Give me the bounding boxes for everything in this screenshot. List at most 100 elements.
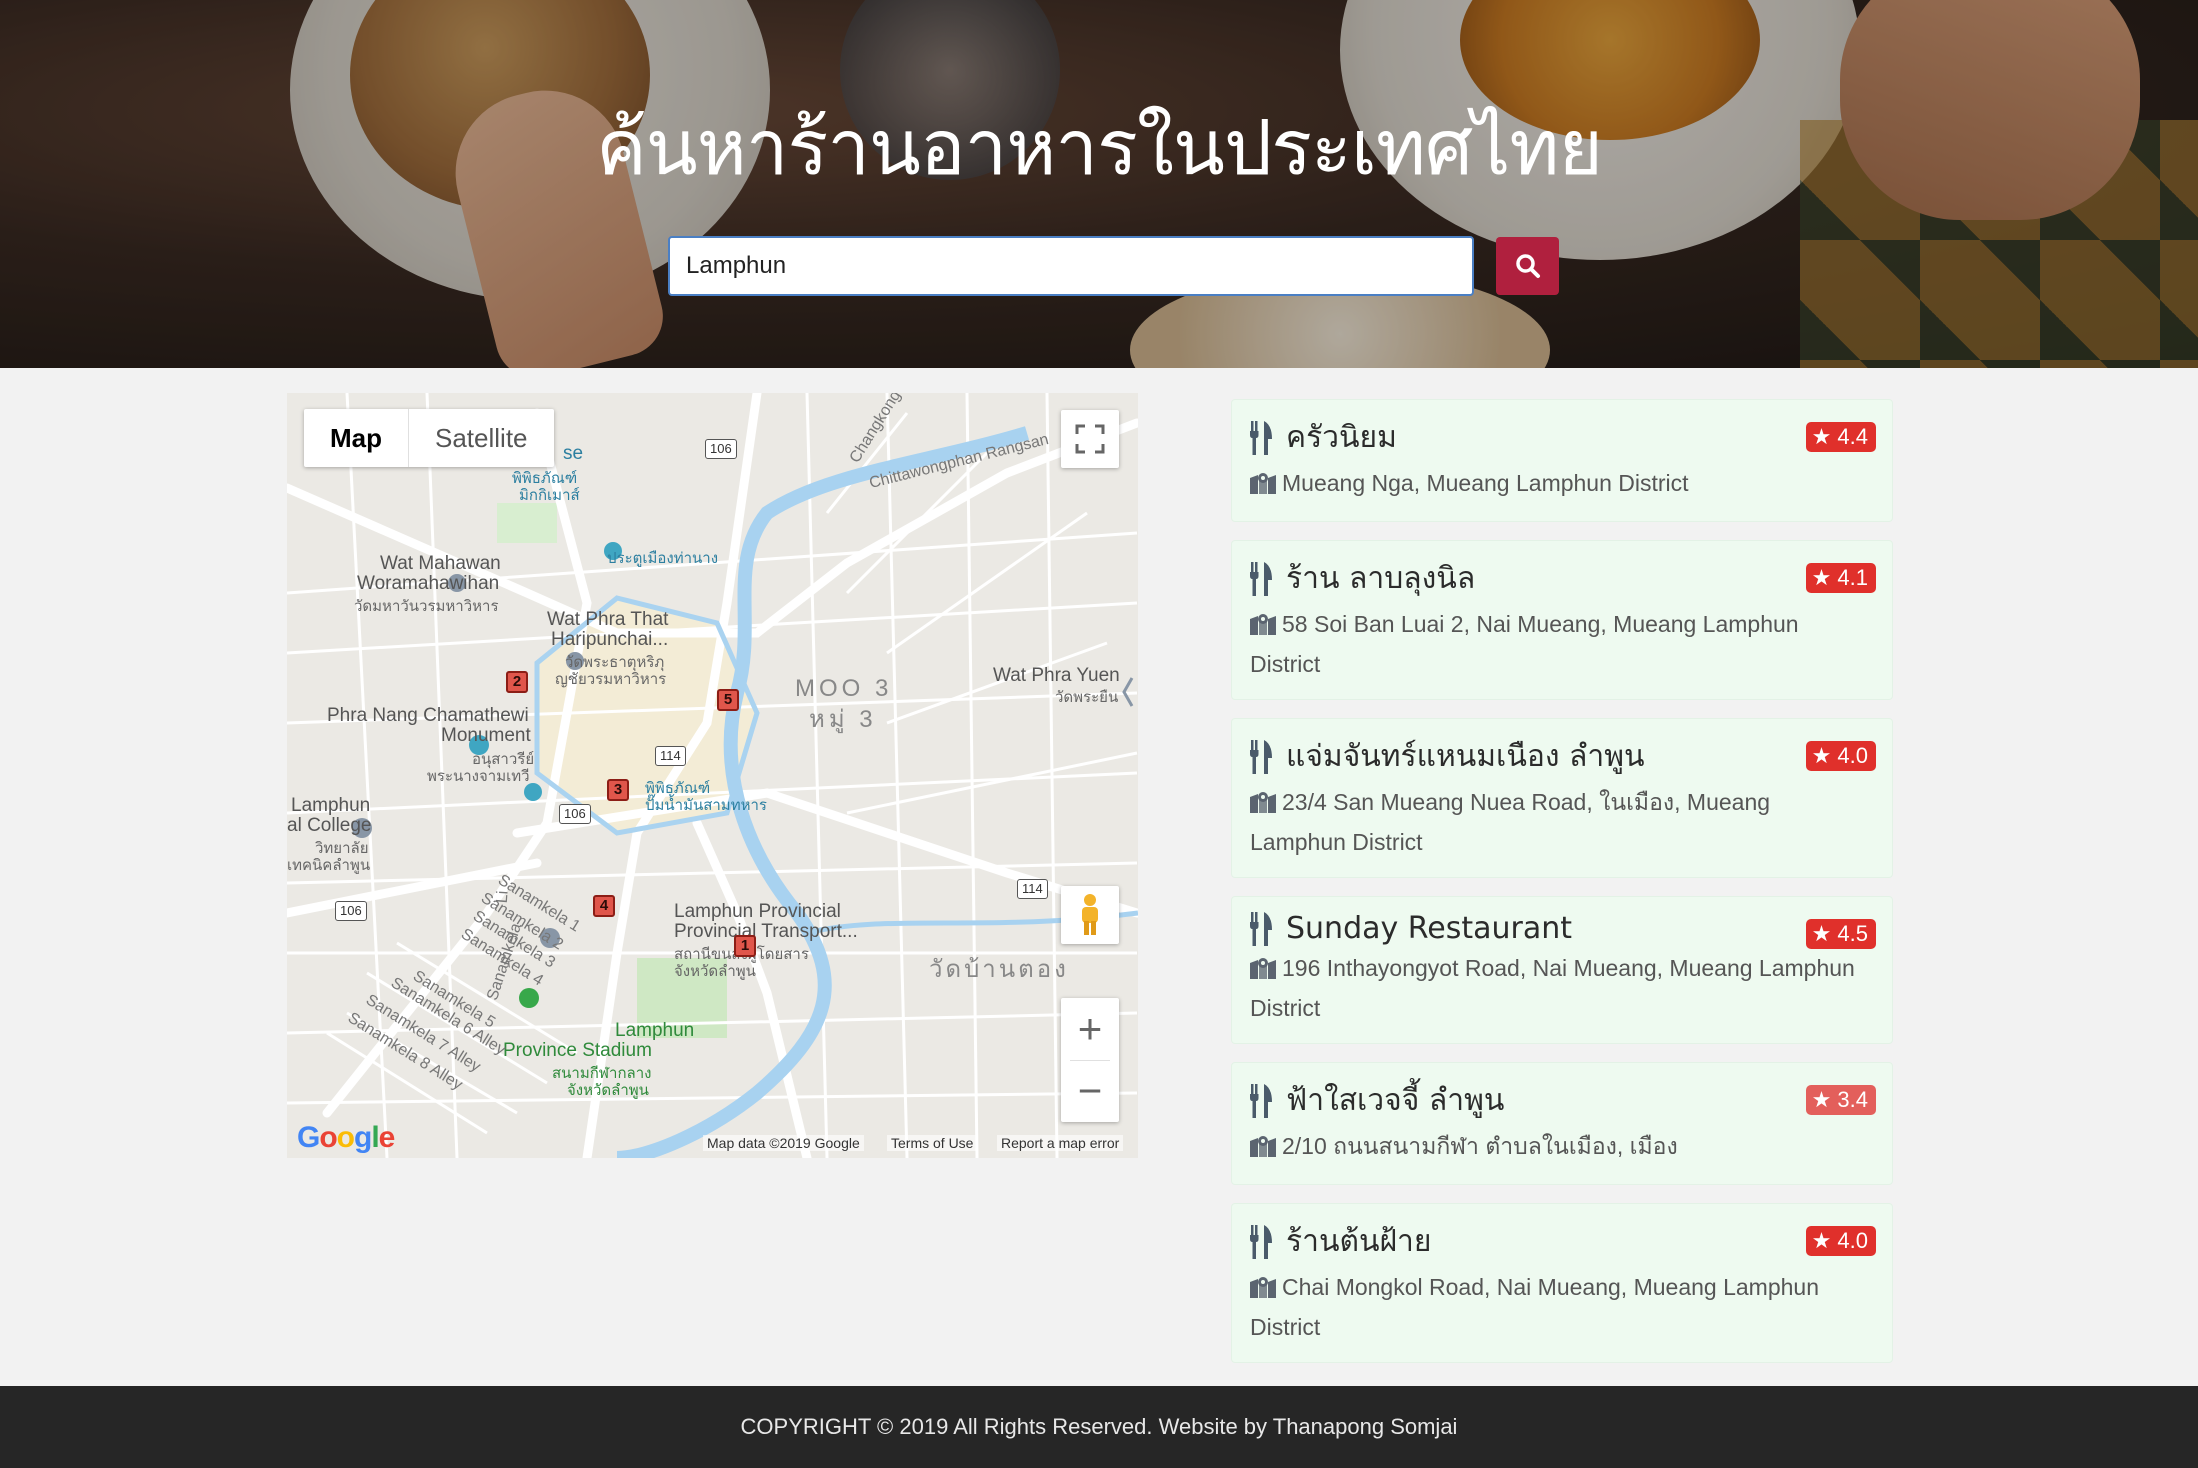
zoom-in-button[interactable]: + — [1061, 998, 1119, 1060]
map-icon — [1250, 958, 1276, 979]
restaurant-address: 2/10 ถนนสนามกีฬา ตำบลในเมือง, เมือง — [1250, 1128, 1876, 1168]
road-shield: 106 — [705, 439, 737, 459]
restaurant-name[interactable]: Sunday Restaurant — [1286, 911, 1572, 946]
map-marker[interactable]: 3 — [607, 779, 629, 801]
rating-badge: ★ 4.5 — [1805, 919, 1876, 949]
map-label: Woramahawihan — [357, 573, 500, 594]
star-icon: ★ — [1811, 1228, 1832, 1253]
map-label: Phra Nang Chamathewi — [327, 705, 529, 726]
map-icon — [1250, 792, 1276, 813]
map-label: Lamphun — [615, 1020, 695, 1041]
address-text: Chai Mongkol Road, Nai Mueang, Mueang La… — [1250, 1274, 1819, 1340]
restaurant-address: Mueang Nga, Mueang Lamphun District — [1250, 465, 1876, 505]
map-label: จังหวัดลำพูน — [674, 963, 756, 980]
address-text: 23/4 San Mueang Nuea Road, ในเมือง, Muea… — [1250, 789, 1771, 855]
map-label: จังหวัดลำพูน — [567, 1082, 649, 1099]
restaurant-card[interactable]: ร้าน ลาบลุงนิล 58 Soi Ban Luai 2, Nai Mue… — [1231, 540, 1893, 700]
restaurant-card[interactable]: ครัวนิยม Mueang Nga, Mueang Lamphun Distr… — [1231, 399, 1893, 522]
star-icon: ★ — [1811, 743, 1832, 768]
map-label: พระนางจามเทวี — [427, 768, 530, 785]
hero-banner: ค้นหาร้านอาหารในประเทศไทย — [0, 0, 2198, 368]
restaurant-card[interactable]: ร้านต้นฝ้าย Chai Mongkol Road, Nai Mueang… — [1231, 1203, 1893, 1363]
report-error-link[interactable]: Report a map error — [997, 1135, 1124, 1151]
road-shield: 106 — [559, 804, 591, 824]
map-label: Provincial Transport... — [674, 921, 858, 942]
restaurant-address: 58 Soi Ban Luai 2, Nai Mueang, Mueang La… — [1250, 606, 1876, 683]
utensils-icon — [1250, 420, 1272, 455]
results-list: ครัวนิยม Mueang Nga, Mueang Lamphun Distr… — [1231, 399, 1893, 1381]
map-type-map[interactable]: Map — [304, 409, 409, 467]
restaurant-title-row: ครัวนิยม — [1250, 414, 1876, 461]
utensils-icon — [1250, 1083, 1272, 1118]
map-label: Lamphun — [291, 795, 371, 816]
search-button[interactable] — [1496, 237, 1559, 295]
map-label: Haripunchai... — [551, 629, 669, 650]
street-view-button[interactable] — [1061, 886, 1119, 944]
restaurant-address: Chai Mongkol Road, Nai Mueang, Mueang La… — [1250, 1269, 1876, 1346]
terms-link[interactable]: Terms of Use — [887, 1135, 978, 1151]
map-label: ปั๊มน้ำมันสามทหาร — [645, 797, 767, 814]
map-icon — [1250, 1136, 1276, 1157]
pegman-icon — [1082, 894, 1098, 935]
map-icon — [1250, 473, 1276, 494]
road-shield: 114 — [655, 746, 686, 766]
restaurant-name[interactable]: แจ่มจันทร์แหนมเนือง ลำพูน — [1286, 733, 1645, 780]
map-marker[interactable]: 2 — [506, 671, 528, 693]
restaurant-name[interactable]: ครัวนิยม — [1286, 414, 1397, 461]
map-label: วัดพระยืน — [1055, 689, 1119, 706]
rating-badge: ★ 3.4 — [1805, 1085, 1876, 1115]
restaurant-title-row: Sunday Restaurant — [1250, 911, 1876, 946]
star-icon: ★ — [1811, 1087, 1832, 1112]
rating-value: 4.0 — [1837, 1228, 1868, 1253]
map-label: วัดมหาวันวรมหาวิหาร — [354, 598, 499, 615]
map-label: เทคนิคลำพูน — [287, 857, 371, 874]
map-label: ญชัยวรมหาวิหาร — [555, 671, 667, 688]
map-attribution: Map data ©2019 Google — [703, 1135, 864, 1151]
restaurant-name[interactable]: ร้าน ลาบลุงนิล — [1286, 555, 1475, 602]
restaurant-card[interactable]: แจ่มจันทร์แหนมเนือง ลำพูน 23/4 San Mueang… — [1231, 718, 1893, 878]
restaurant-address: 196 Inthayongyot Road, Nai Mueang, Muean… — [1250, 950, 1876, 1027]
map-marker[interactable]: 5 — [717, 689, 739, 711]
map-type-satellite[interactable]: Satellite — [409, 409, 554, 467]
map-label: al College — [287, 815, 372, 836]
road-shield: 114 — [1017, 879, 1048, 899]
zoom-control: + − — [1061, 998, 1119, 1122]
map-label: Wat Phra Yuen — [993, 665, 1120, 686]
map-label: หมู่ 3 — [809, 706, 877, 733]
restaurant-card[interactable]: Sunday Restaurant 196 Inthayongyot Road, … — [1231, 896, 1893, 1044]
search-icon — [1515, 254, 1540, 278]
search-input[interactable] — [668, 236, 1474, 296]
map-icon — [1250, 1277, 1276, 1298]
map-label: มิกกิเมาส์ — [519, 487, 580, 504]
rating-value: 3.4 — [1837, 1087, 1868, 1112]
restaurant-name[interactable]: ร้านต้นฝ้าย — [1286, 1218, 1431, 1265]
map-label: se — [563, 443, 584, 464]
map-label: Wat Phra That — [547, 609, 669, 630]
utensils-icon — [1250, 911, 1272, 946]
map-marker[interactable]: 4 — [593, 895, 615, 917]
restaurant-address: 23/4 San Mueang Nuea Road, ในเมือง, Muea… — [1250, 784, 1876, 861]
restaurant-title-row: ฟ้าใสเวจจี้ ลำพูน — [1250, 1077, 1876, 1124]
map-canvas[interactable] — [287, 393, 1138, 1158]
star-icon: ★ — [1811, 921, 1832, 946]
map-label: Monument — [441, 725, 531, 746]
map-marker[interactable]: 1 — [734, 935, 756, 957]
rating-badge: ★ 4.1 — [1805, 563, 1876, 593]
address-text: Mueang Nga, Mueang Lamphun District — [1282, 470, 1689, 496]
rating-value: 4.0 — [1837, 743, 1868, 768]
rating-badge: ★ 4.0 — [1805, 1226, 1876, 1256]
copyright-text: COPYRIGHT © 2019 All Rights Reserved. We… — [740, 1414, 1458, 1439]
page-title: ค้นหาร้านอาหารในประเทศไทย — [595, 103, 1603, 192]
zoom-out-button[interactable]: − — [1061, 1060, 1119, 1122]
rating-value: 4.5 — [1837, 921, 1868, 946]
rating-value: 4.1 — [1837, 565, 1868, 590]
map[interactable]: Wat Mahawan Woramahawihan วัดมหาวันวรมหา… — [287, 393, 1138, 1158]
restaurant-title-row: ร้าน ลาบลุงนิล — [1250, 555, 1876, 602]
restaurant-name[interactable]: ฟ้าใสเวจจี้ ลำพูน — [1286, 1077, 1504, 1124]
road-shield: 106 — [335, 901, 367, 921]
fullscreen-button[interactable] — [1061, 410, 1119, 468]
restaurant-card[interactable]: ฟ้าใสเวจจี้ ลำพูน 2/10 ถนนสนามกีฬา ตำบลใน… — [1231, 1062, 1893, 1185]
utensils-icon — [1250, 1224, 1272, 1259]
utensils-icon — [1250, 561, 1272, 596]
google-logo[interactable]: Google — [297, 1121, 395, 1155]
